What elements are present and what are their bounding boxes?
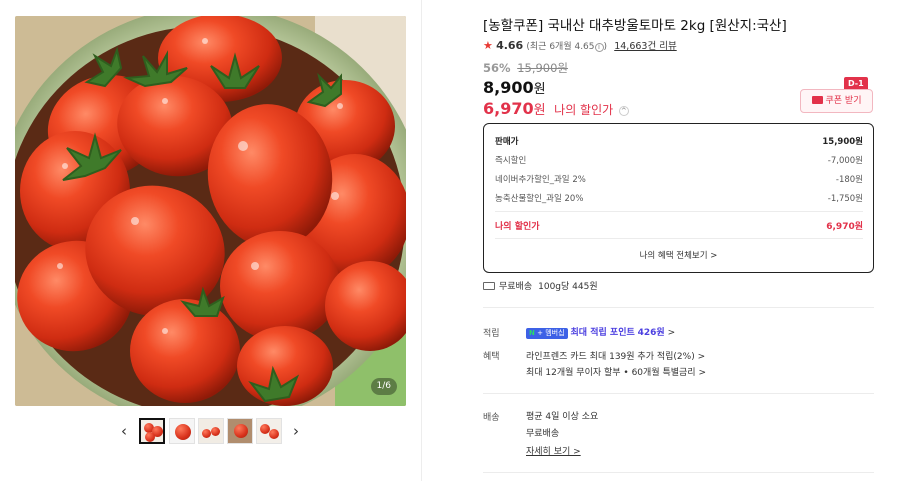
thumbnail-strip: ‹ ›	[117, 418, 307, 446]
product-title: [농할쿠폰] 국내산 대추방울토마토 2kg [원산지:국산]	[483, 18, 787, 34]
thumbnail-5[interactable]	[256, 418, 282, 444]
thumbnail-2[interactable]	[169, 418, 195, 444]
price-breakdown-box: 판매가 15,900원 즉시할인 -7,000원 네이버추가할인_과일 2% -180…	[483, 123, 874, 273]
benefits-label: 혜택	[483, 352, 500, 362]
product-info-panel: [농할쿠폰] 국내산 대추방울토마토 2kg [원산지:국산] ★ 4.66 (…	[483, 0, 875, 481]
rating-row: ★ 4.66 (최근 6개월 4.65 i) 14,663건 리뷰	[483, 39, 677, 52]
chevron-left-icon[interactable]: ‹	[117, 420, 131, 442]
chevron-right-icon: >	[667, 328, 676, 338]
truck-icon	[483, 282, 495, 290]
max-points-value: 426원	[637, 328, 665, 338]
discount-rate: 56%	[483, 61, 511, 75]
breakdown-row: 판매가 15,900원	[495, 137, 863, 147]
thumbnail-3[interactable]	[198, 418, 224, 444]
coupon-icon	[811, 96, 823, 104]
section-divider	[483, 472, 874, 473]
all-benefits-link[interactable]: 나의 혜택 전체보기 >	[484, 249, 873, 261]
rating-score: 4.66	[496, 39, 524, 52]
max-points-text: 최대 적립 포인트	[570, 328, 635, 338]
tomato-bowl-photo	[15, 16, 406, 406]
original-price: 15,900원	[517, 61, 569, 75]
breakdown-row: 네이버추가할인_과일 2% -180원	[495, 175, 863, 185]
breakdown-divider	[495, 238, 863, 239]
column-divider	[421, 0, 422, 481]
delivery-label: 배송	[483, 413, 500, 423]
points-label: 적립	[483, 329, 500, 339]
points-row[interactable]: N + 멤버십 최대 적립 포인트 426원 >	[526, 325, 675, 339]
breakdown-row: 즉시할인 -7,000원	[495, 156, 863, 166]
sale-price: 8,900원	[483, 78, 546, 97]
review-count-link[interactable]: 14,663건 리뷰	[614, 41, 676, 52]
free-shipping-label: 무료배송	[499, 282, 533, 292]
delivery-details-link[interactable]: 자세히 보기 >	[526, 444, 581, 457]
rating-recent: (최근 6개월 4.65	[526, 42, 595, 52]
section-divider	[483, 393, 874, 394]
get-coupon-button[interactable]: 쿠폰 받기	[800, 89, 873, 113]
star-icon: ★	[483, 39, 493, 52]
breakdown-row: 농축산물할인_과일 20% -1,750원	[495, 194, 863, 204]
breakdown-divider	[495, 211, 863, 212]
image-counter: 1/6	[370, 378, 397, 395]
unit-price: 100g당 445원	[538, 282, 598, 292]
my-discount-price: 6,970원 나의 할인가 ^	[483, 99, 629, 118]
npay-membership-badge: N + 멤버십	[526, 328, 568, 339]
delivery-free-shipping: 무료배송	[526, 429, 560, 439]
shipping-row: 무료배송 100g당 445원	[483, 279, 598, 292]
breakdown-total-row: 나의 할인가 6,970원	[495, 222, 863, 232]
installment-benefit-link[interactable]: 최대 12개월 무이자 할부 • 60개월 특별금리 >	[526, 365, 706, 378]
thumbnail-1[interactable]	[139, 418, 165, 444]
product-main-image[interactable]: 1/6	[15, 16, 406, 406]
card-benefit-link[interactable]: 라인프렌즈 카드 최대 139원 추가 적립(2%) >	[526, 349, 705, 362]
section-divider	[483, 307, 874, 308]
delivery-time: 평균 4일 이상 소요	[526, 412, 599, 422]
discount-line: 56% 15,900원	[483, 60, 568, 76]
my-price-label: 나의 할인가	[554, 103, 614, 117]
thumbnail-4[interactable]	[227, 418, 253, 444]
chevron-up-icon[interactable]: ^	[618, 106, 629, 116]
chevron-right-icon[interactable]: ›	[289, 420, 303, 442]
info-icon[interactable]: i	[594, 43, 604, 52]
